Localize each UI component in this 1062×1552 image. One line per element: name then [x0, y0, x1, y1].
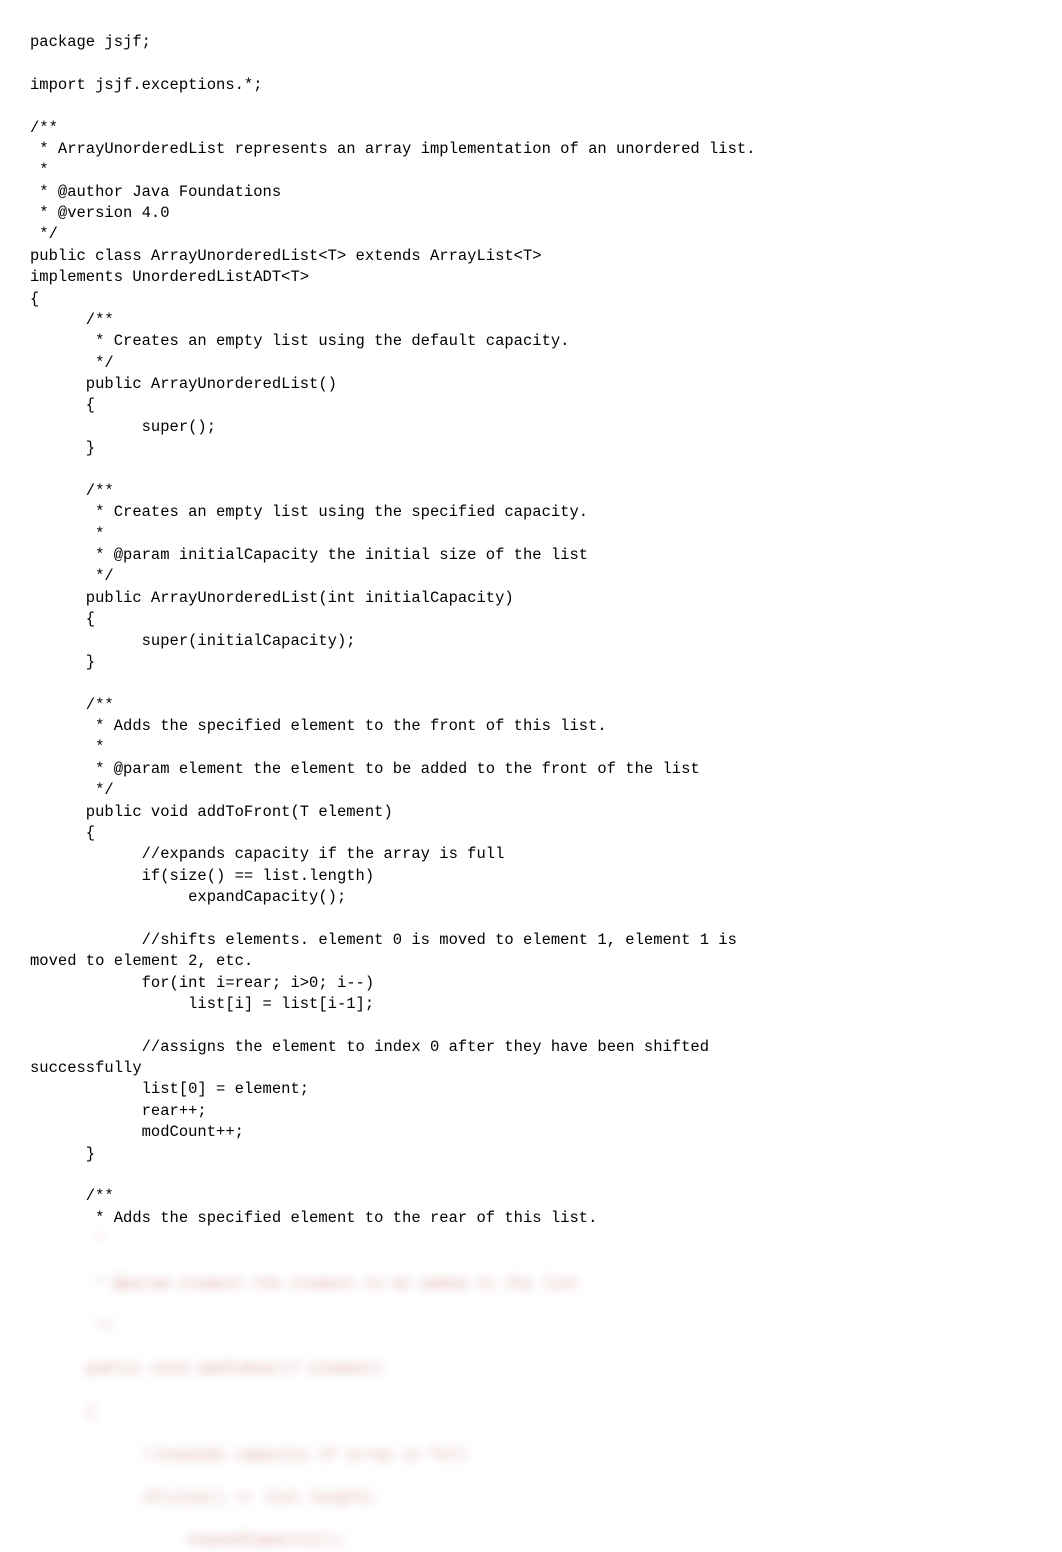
- blurred-code-line: expandCapacity();: [30, 1530, 1032, 1551]
- code-line: {: [30, 396, 95, 414]
- blurred-code-block: * * @param element the element to be add…: [30, 1231, 1032, 1552]
- code-line: rear++;: [30, 1102, 207, 1120]
- code-line: *: [30, 525, 104, 543]
- blurred-code-line: //expands capacity if array is full: [30, 1445, 1032, 1466]
- code-line: */: [30, 225, 58, 243]
- code-line: /**: [30, 1187, 114, 1205]
- code-line: */: [30, 354, 114, 372]
- blurred-code-line: */: [30, 1317, 1032, 1338]
- code-line: */: [30, 781, 114, 799]
- blurred-pre: * * @param element the element to be add…: [30, 1231, 1032, 1552]
- code-line: if(size() == list.length): [30, 867, 374, 885]
- code-line: public ArrayUnorderedList(): [30, 375, 337, 393]
- code-line: * @param element the element to be added…: [30, 760, 700, 778]
- code-line: * ArrayUnorderedList represents an array…: [30, 140, 756, 158]
- code-line: package jsjf;: [30, 33, 151, 51]
- code-line: moved to element 2, etc.: [30, 952, 253, 970]
- blurred-code-line: *: [30, 1231, 1032, 1252]
- code-line: */: [30, 567, 114, 585]
- code-line: *: [30, 161, 49, 179]
- blurred-code-line: {: [30, 1402, 1032, 1423]
- code-line: /**: [30, 119, 58, 137]
- code-line: }: [30, 653, 95, 671]
- code-line: /**: [30, 311, 114, 329]
- code-line: * @author Java Foundations: [30, 183, 281, 201]
- code-line: {: [30, 824, 95, 842]
- blurred-code-line: public void addToRear(T element): [30, 1359, 1032, 1380]
- code-line: }: [30, 1145, 95, 1163]
- code-line: *: [30, 738, 104, 756]
- code-line: * Creates an empty list using the specif…: [30, 503, 588, 521]
- code-line: * Creates an empty list using the defaul…: [30, 332, 570, 350]
- code-line: * Adds the specified element to the rear…: [30, 1209, 597, 1227]
- code-line: super(initialCapacity);: [30, 632, 356, 650]
- code-line: * @version 4.0: [30, 204, 170, 222]
- code-line: }: [30, 439, 95, 457]
- blurred-code-line: * @param element the element to be added…: [30, 1274, 1032, 1295]
- code-line: super();: [30, 418, 216, 436]
- code-line: list[0] = element;: [30, 1080, 309, 1098]
- code-line: {: [30, 290, 39, 308]
- code-line: modCount++;: [30, 1123, 244, 1141]
- code-line: * @param initialCapacity the initial siz…: [30, 546, 588, 564]
- code-line: public ArrayUnorderedList(int initialCap…: [30, 589, 514, 607]
- code-document: package jsjf; import jsjf.exceptions.*; …: [30, 32, 1032, 1552]
- source-code-block: package jsjf; import jsjf.exceptions.*; …: [30, 32, 1032, 1229]
- code-line: expandCapacity();: [30, 888, 346, 906]
- code-line: //assigns the element to index 0 after t…: [30, 1038, 709, 1056]
- code-line: successfully: [30, 1059, 142, 1077]
- code-line: implements UnorderedListADT<T>: [30, 268, 309, 286]
- code-line: import jsjf.exceptions.*;: [30, 76, 263, 94]
- code-line: * Adds the specified element to the fron…: [30, 717, 607, 735]
- code-line: //shifts elements. element 0 is moved to…: [30, 931, 737, 949]
- code-line: list[i] = list[i-1];: [30, 995, 374, 1013]
- code-line: /**: [30, 482, 114, 500]
- code-line: {: [30, 610, 95, 628]
- code-line: //expands capacity if the array is full: [30, 845, 504, 863]
- code-line: for(int i=rear; i>0; i--): [30, 974, 374, 992]
- code-line: public void addToFront(T element): [30, 803, 393, 821]
- code-line: /**: [30, 696, 114, 714]
- code-line: public class ArrayUnorderedList<T> exten…: [30, 247, 542, 265]
